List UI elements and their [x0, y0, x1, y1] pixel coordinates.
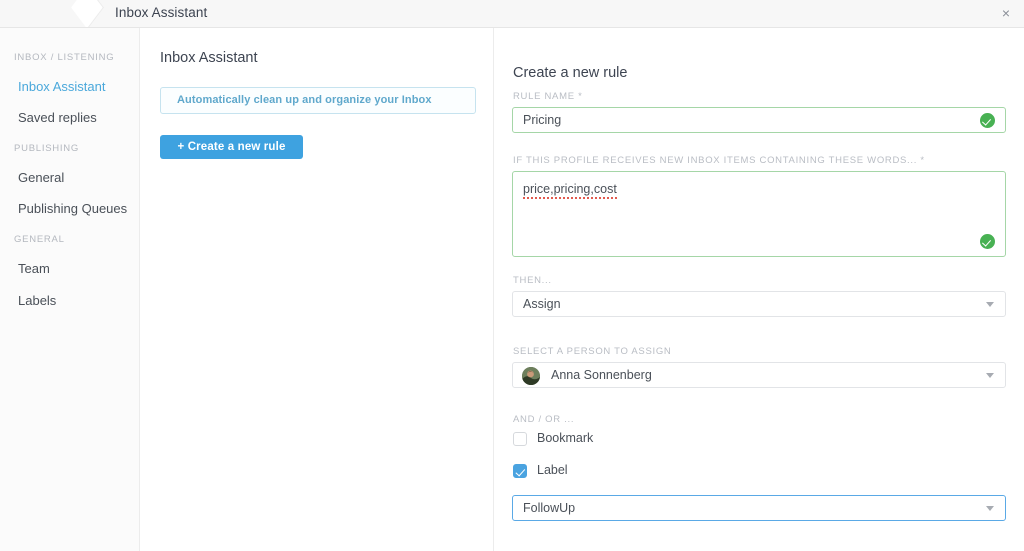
label-checkbox-label: Label: [537, 463, 568, 477]
sidebar-item-general[interactable]: General: [18, 170, 64, 185]
label-select-value: FollowUp: [523, 501, 575, 515]
close-icon[interactable]: ×: [996, 4, 1016, 24]
inbox-assistant-window: Inbox Assistant × INBOX / LISTENING Inbo…: [0, 0, 1024, 551]
keywords-textarea[interactable]: price,pricing,cost: [512, 171, 1006, 257]
label-select[interactable]: FollowUp: [512, 495, 1006, 521]
window-titlebar: Inbox Assistant ×: [0, 0, 1024, 28]
sidebar-item-team[interactable]: Team: [18, 261, 50, 276]
sidebar-group-publishing: PUBLISHING: [0, 143, 79, 154]
and-or-label: AND / OR ...: [513, 414, 574, 425]
assignee-select[interactable]: Anna Sonnenberg: [512, 362, 1006, 388]
assignee-label: SELECT A PERSON TO ASSIGN: [513, 346, 671, 357]
then-action-value: Assign: [523, 297, 561, 311]
sidebar-item-inbox-assistant[interactable]: Inbox Assistant: [18, 79, 105, 94]
rule-name-input[interactable]: Pricing: [512, 107, 1006, 133]
rule-name-label: RULE NAME *: [513, 91, 582, 102]
label-checkbox[interactable]: [513, 464, 527, 478]
panel-title: Inbox Assistant: [160, 50, 258, 66]
form-title: Create a new rule: [513, 65, 627, 81]
bookmark-checkbox-label: Bookmark: [537, 431, 593, 445]
info-banner-text: Automatically clean up and organize your…: [177, 94, 432, 106]
assignee-value: Anna Sonnenberg: [551, 368, 652, 382]
chevron-down-icon: [986, 506, 994, 511]
create-new-rule-button[interactable]: + Create a new rule: [160, 135, 303, 159]
keywords-value: price,pricing,cost: [523, 182, 617, 199]
breadcrumb-chevron-icon: [70, 0, 104, 27]
sidebar: INBOX / LISTENING Inbox Assistant Saved …: [0, 28, 140, 551]
rules-list-panel: Inbox Assistant Automatically clean up a…: [141, 28, 494, 551]
sidebar-item-publishing-queues[interactable]: Publishing Queues: [18, 201, 127, 216]
info-banner: Automatically clean up and organize your…: [160, 87, 476, 114]
rule-name-value: Pricing: [523, 113, 561, 127]
valid-check-icon: [980, 113, 995, 128]
breadcrumb-title: Inbox Assistant: [115, 5, 207, 20]
create-rule-form: Create a new rule RULE NAME * Pricing IF…: [494, 28, 1024, 551]
chevron-down-icon: [986, 373, 994, 378]
keywords-label: IF THIS PROFILE RECEIVES NEW INBOX ITEMS…: [513, 155, 925, 166]
bookmark-checkbox[interactable]: [513, 432, 527, 446]
then-action-select[interactable]: Assign: [512, 291, 1006, 317]
valid-check-icon: [980, 234, 995, 249]
chevron-down-icon: [986, 302, 994, 307]
sidebar-group-inbox-listening: INBOX / LISTENING: [0, 52, 114, 63]
sidebar-item-labels[interactable]: Labels: [18, 293, 56, 308]
sidebar-group-general: GENERAL: [0, 234, 65, 245]
then-label: THEN...: [513, 275, 552, 286]
avatar: [522, 367, 540, 385]
sidebar-item-saved-replies[interactable]: Saved replies: [18, 110, 97, 125]
